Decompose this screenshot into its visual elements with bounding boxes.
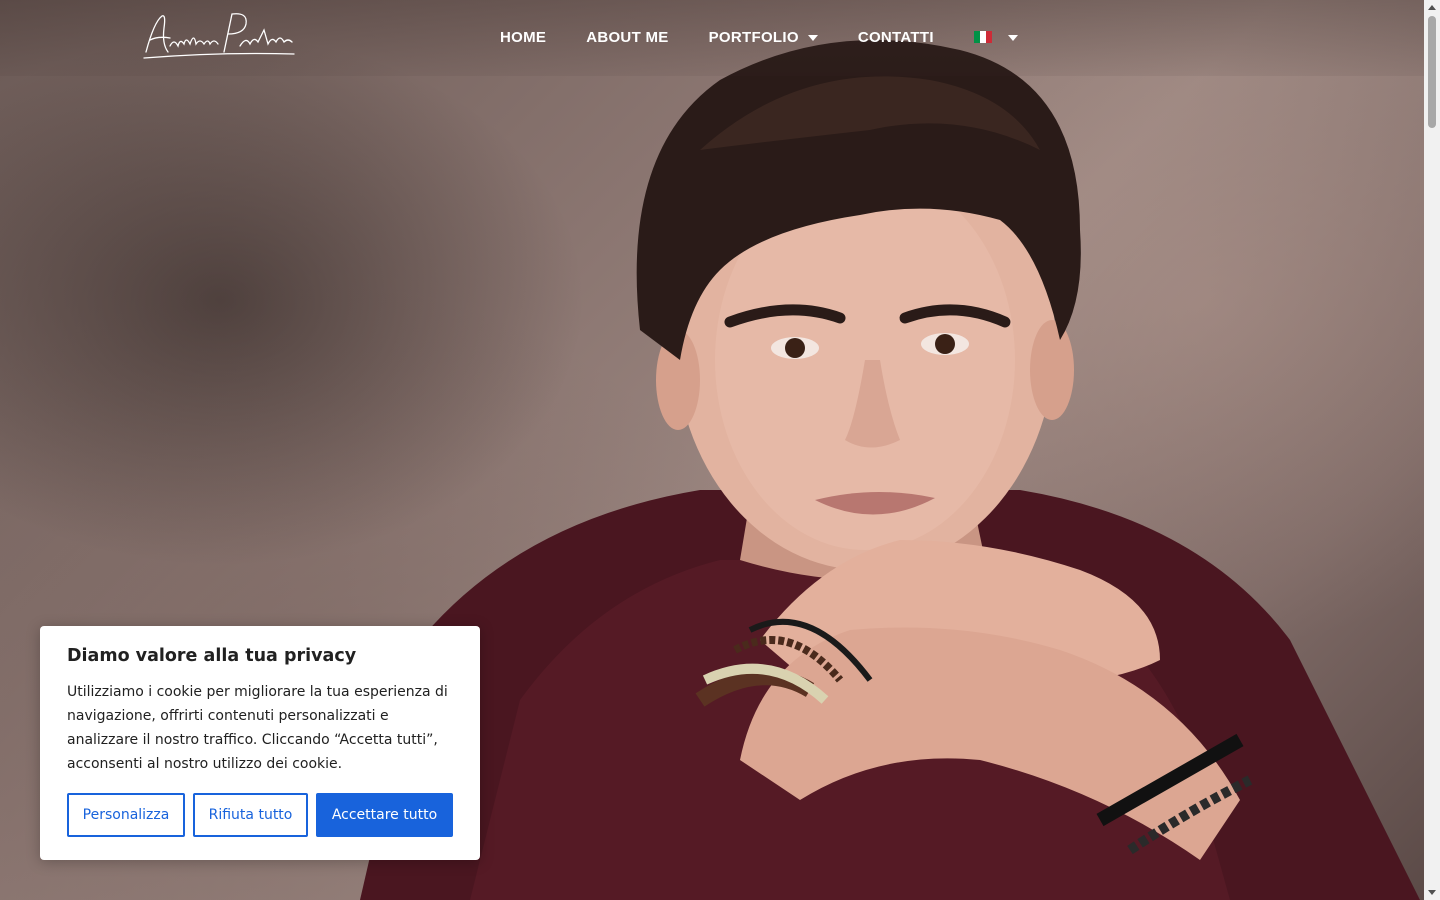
scrollbar-thumb[interactable] [1428,16,1436,128]
cookie-consent-banner: Diamo valore alla tua privacy Utilizziam… [40,626,480,860]
chevron-down-icon [807,35,818,41]
nav-home[interactable]: HOME [500,29,546,46]
main-nav: HOME ABOUT ME PORTFOLIO CONTATTI [500,0,1018,74]
reject-all-button[interactable]: Rifiuta tutto [193,793,308,837]
italian-flag-icon [973,31,992,43]
customize-button[interactable]: Personalizza [67,793,185,837]
site-header: HOME ABOUT ME PORTFOLIO CONTATTI [0,0,1424,76]
nav-contatti[interactable]: CONTATTI [858,29,934,46]
page-scrollbar[interactable] [1424,0,1440,900]
nav-home-label: HOME [500,28,547,46]
signature-logo-icon [143,13,295,59]
nav-contatti-label: CONTATTI [857,28,934,46]
logo[interactable] [140,8,300,68]
nav-about-me-label: ABOUT ME [586,28,669,46]
cookie-banner-text: Utilizziamo i cookie per migliorare la t… [67,684,448,772]
nav-portfolio-label: PORTFOLIO [708,28,799,46]
accept-all-button[interactable]: Accettare tutto [316,793,453,837]
scroll-up-arrow-icon[interactable] [1428,5,1436,10]
language-switcher[interactable] [973,31,1018,43]
cookie-banner-title: Diamo valore alla tua privacy [67,646,357,666]
cookie-banner-actions: Personalizza Rifiuta tutto Accettare tut… [67,793,453,837]
nav-about-me[interactable]: ABOUT ME [586,29,668,46]
nav-portfolio[interactable]: PORTFOLIO [709,29,818,46]
chevron-down-icon [1007,35,1018,41]
scroll-down-arrow-icon[interactable] [1428,890,1436,895]
